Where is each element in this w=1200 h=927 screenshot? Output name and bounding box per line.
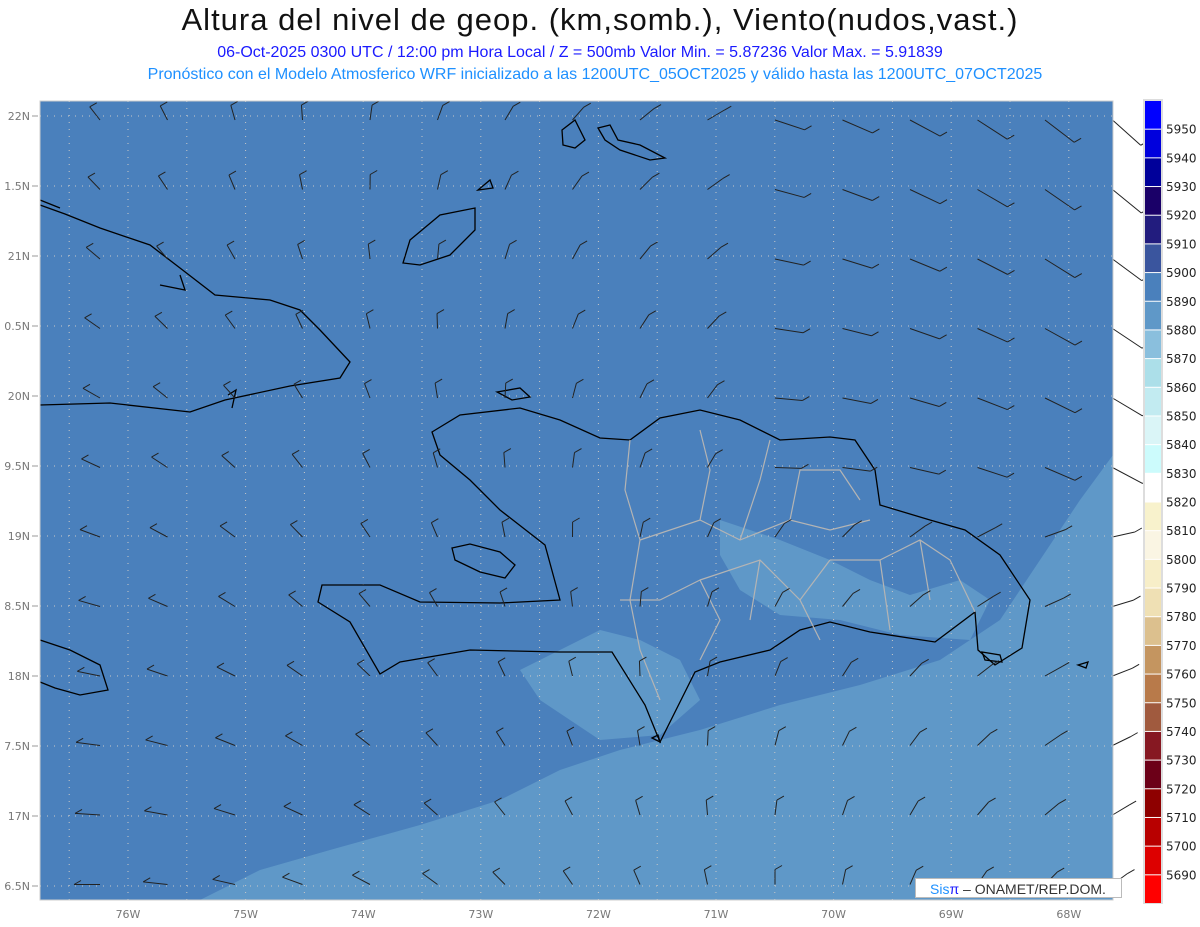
colorbar-label: 5720: [1166, 782, 1197, 796]
lat-tick-label: 7.5N: [4, 740, 30, 753]
lat-tick-label: 18N: [8, 670, 30, 683]
colorbar-swatch: [1145, 588, 1161, 617]
colorbar-label: 5700: [1166, 840, 1197, 854]
colorbar: 5950 5940 5930 5920 5910 5900 5890 5880 5870 5860…: [1143, 99, 1197, 904]
colorbar-swatch: [1145, 731, 1161, 760]
colorbar-swatch: [1145, 674, 1161, 703]
colorbar-label: 5760: [1166, 668, 1197, 682]
colorbar-label: 5740: [1166, 725, 1197, 739]
colorbar-label: 5870: [1166, 352, 1197, 366]
colorbar-label: 5820: [1166, 496, 1197, 510]
lon-tick-label: 71W: [704, 908, 729, 921]
colorbar-label: 5910: [1166, 237, 1197, 251]
colorbar-swatch: [1145, 359, 1161, 387]
wind-barb: [1112, 663, 1140, 677]
colorbar-swatch: [1145, 703, 1161, 731]
colorbar-swatch: [1145, 531, 1161, 559]
wind-barb: [1112, 189, 1149, 214]
colorbar-label: 5890: [1166, 295, 1197, 309]
colorbar-label: 5790: [1166, 582, 1197, 596]
colorbar-swatch: [1145, 416, 1161, 445]
wind-barb: [1112, 732, 1138, 746]
colorbar-label: 5900: [1166, 266, 1197, 280]
lat-tick-label: 21N: [8, 250, 30, 263]
wind-barb: [1112, 595, 1141, 607]
lon-tick-label: 75W: [233, 908, 258, 921]
sispi-onamet-logo: Sisπ – ONAMET/REP.DOM.: [915, 878, 1122, 898]
colorbar-swatch: [1145, 273, 1161, 301]
lon-tick-label: 70W: [821, 908, 846, 921]
wind-barb: [1112, 119, 1148, 146]
logo-text: – ONAMET/REP.DOM.: [959, 881, 1106, 897]
lon-tick-label: 73W: [468, 908, 493, 921]
lon-tick-label: 74W: [351, 908, 376, 921]
lat-tick-label: 19N: [8, 530, 30, 543]
colorbar-swatch: [1145, 158, 1161, 187]
colorbar-label: 5830: [1166, 467, 1197, 481]
lon-tick-label: 76W: [116, 908, 141, 921]
lon-tick-label: 68W: [1056, 908, 1081, 921]
logo-sis: Sis: [930, 881, 950, 897]
lat-tick-label: 9.5N: [4, 460, 30, 473]
colorbar-label: 5730: [1166, 754, 1197, 768]
colorbar-swatch: [1145, 244, 1161, 273]
colorbar-swatch: [1145, 645, 1161, 674]
colorbar-label: 5800: [1166, 553, 1197, 567]
lat-tick-label: 6.5N: [4, 880, 30, 893]
geopotential-map: 76W 75W 74W 73W 72W 71W 70W 69W 68W 22N 1.5N 21N 0.5…: [4, 99, 1197, 921]
colorbar-swatch: [1145, 617, 1161, 645]
colorbar-label: 5710: [1166, 811, 1197, 825]
colorbar-swatch: [1145, 789, 1161, 817]
wind-barb: [1112, 800, 1137, 816]
lat-tick-label: 17N: [8, 810, 30, 823]
colorbar-swatch: [1145, 760, 1161, 789]
colorbar-swatch: [1145, 330, 1161, 359]
lat-tick-label: 8.5N: [4, 600, 30, 613]
colorbar-label: 5880: [1166, 323, 1197, 337]
colorbar-swatch: [1145, 101, 1161, 129]
colorbar-swatch: [1145, 445, 1161, 473]
logo-pi: π: [949, 881, 960, 897]
colorbar-label: 5860: [1166, 381, 1197, 395]
colorbar-swatch: [1145, 817, 1161, 846]
colorbar-swatch: [1145, 473, 1161, 502]
colorbar-swatch: [1145, 215, 1161, 244]
lon-tick-label: 69W: [939, 908, 964, 921]
lon-tick-label: 72W: [586, 908, 611, 921]
lat-tick-label: 20N: [8, 390, 30, 403]
colorbar-swatch: [1145, 559, 1161, 588]
colorbar-label: 5950: [1166, 123, 1197, 137]
colorbar-swatch: [1145, 875, 1161, 903]
colorbar-label: 5780: [1166, 610, 1197, 624]
colorbar-swatch: [1145, 129, 1161, 158]
wind-barb: [1112, 527, 1143, 538]
colorbar-swatch: [1145, 301, 1161, 330]
colorbar-swatch: [1145, 846, 1161, 875]
colorbar-swatch: [1145, 387, 1161, 416]
colorbar-swatch: [1145, 502, 1161, 531]
colorbar-label: 5840: [1166, 438, 1197, 452]
colorbar-label: 5920: [1166, 209, 1197, 223]
lat-tick-label: 0.5N: [4, 320, 30, 333]
colorbar-label: 5930: [1166, 180, 1197, 194]
colorbar-label: 5690: [1166, 868, 1197, 882]
colorbar-label: 5750: [1166, 696, 1197, 710]
colorbar-label: 5770: [1166, 639, 1197, 653]
lat-tick-label: 22N: [8, 110, 30, 123]
colorbar-label: 5940: [1166, 151, 1197, 165]
colorbar-swatch: [1145, 187, 1161, 215]
colorbar-label: 5850: [1166, 409, 1197, 423]
colorbar-label: 5810: [1166, 524, 1197, 538]
lat-tick-label: 1.5N: [4, 180, 30, 193]
